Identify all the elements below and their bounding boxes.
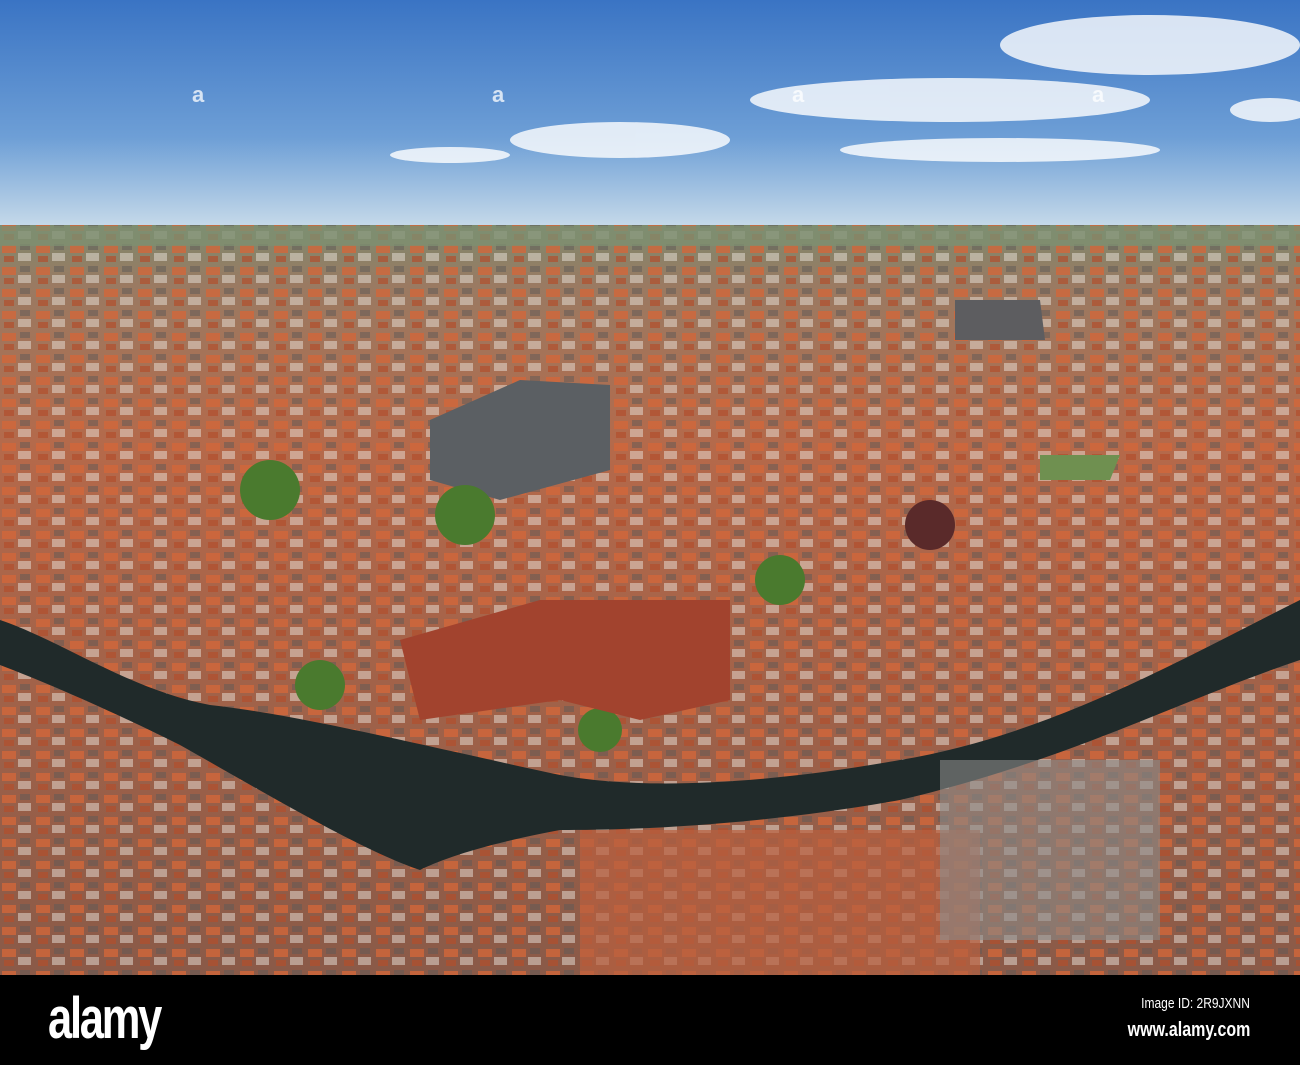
- image-id: Image ID: 2R9JXNN: [1141, 995, 1250, 1012]
- watermark-mark: a: [792, 82, 805, 107]
- website: www.alamy.com: [1127, 1019, 1250, 1041]
- alamy-logo: alamy: [48, 986, 162, 1051]
- watermark-mark: a: [492, 82, 505, 107]
- watermark-mark: a: [192, 82, 205, 107]
- watermark-bar: alamy Image ID: 2R9JXNN www.alamy.com: [0, 975, 1300, 1065]
- foreground-roofs: [580, 830, 980, 975]
- horizon-fields: [0, 226, 1300, 246]
- aerial-city-photo: [0, 0, 1300, 975]
- green-roof: [1040, 455, 1120, 480]
- stock-photo: a a a a alamy Image ID: 2R9JXNN www.alam…: [0, 0, 1300, 1065]
- watermark-mark: a: [1092, 82, 1105, 107]
